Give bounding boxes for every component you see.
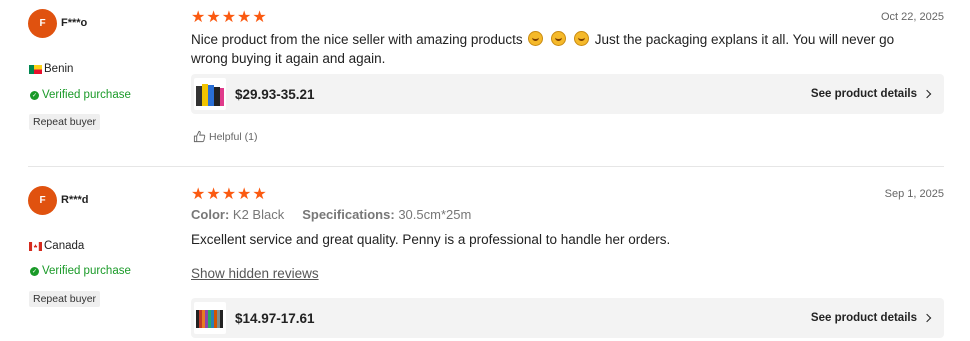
review-card: F R***d Canada ✓ Verified purchase Repea… [0,167,970,341]
spec-value: 30.5cm*25m [398,207,472,222]
star-icon: ★ [206,9,221,26]
reviewer-name: R***d [61,194,89,206]
repeat-buyer-badge: Repeat buyer [29,114,101,130]
details-label: See product details [810,312,917,324]
verified-label: Verified purchase [42,89,131,101]
avatar: F [28,9,57,38]
chevron-right-icon [922,313,932,323]
review-card: F F***o Benin ✓ Verified purchase Repeat… [0,0,970,166]
see-product-details-link[interactable]: See product details [810,312,932,324]
verified-purchase: ✓ Verified purchase [30,265,131,277]
review-date: Oct 22, 2025 [881,11,944,23]
review-text: Excellent service and great quality. Pen… [191,232,671,247]
color-value: K2 Black [232,207,285,222]
verified-check-icon: ✓ [30,90,39,100]
product-summary[interactable]: $29.93-35.21 See product details [191,74,944,114]
product-price: $29.93-35.21 [235,86,315,102]
repeat-buyer-badge: Repeat buyer [29,291,101,307]
smiling-emoji-icon [551,31,567,46]
smiling-emoji-icon [573,31,589,46]
verified-label: Verified purchase [42,265,131,277]
product-price: $14.97-17.61 [235,310,315,326]
product-thumbnail [194,78,226,110]
chevron-right-icon [922,89,932,99]
star-icon: ★ [191,9,206,26]
avatar: F [28,186,57,215]
verified-purchase: ✓ Verified purchase [30,89,131,101]
star-icon: ★ [221,9,237,26]
canada-flag-icon [29,241,42,251]
product-attributes: Color: K2 Black Specifications: 30.5cm*2… [191,207,471,222]
country-label: Benin [44,63,74,75]
see-product-details-link[interactable]: See product details [810,88,932,100]
reviewer-country: Benin [29,63,73,75]
star-icon: ★ [191,186,206,203]
product-thumbnail [194,302,226,334]
country-label: Canada [44,240,85,252]
color-key: Color: [191,207,230,222]
benin-flag-icon [29,64,42,74]
helpful-button[interactable]: Helpful (1) [193,130,257,143]
review-date: Sep 1, 2025 [884,188,944,200]
star-icon: ★ [206,186,221,203]
star-icon: ★ [221,186,237,203]
show-hidden-reviews-link[interactable]: Show hidden reviews [191,266,319,281]
spec-key: Specifications: [302,207,395,222]
reviewer-country: Canada [29,240,84,252]
details-label: See product details [810,88,917,100]
review-text-part: Nice product from the nice seller with a… [191,32,523,47]
star-icon: ★ [237,186,252,203]
star-icon: ★ [252,186,267,203]
spec-attribute: Specifications: 30.5cm*25m [302,207,471,222]
review-text: Nice product from the nice seller with a… [191,30,931,68]
smiling-emoji-icon [528,31,544,46]
reviewer-name: F***o [61,17,88,29]
star-icon: ★ [252,9,267,26]
thumbs-up-icon [193,130,206,143]
product-summary[interactable]: $14.97-17.61 See product details [191,298,944,338]
star-icon: ★ [237,9,252,26]
color-attribute: Color: K2 Black [191,207,284,222]
helpful-label: Helpful (1) [209,130,258,143]
star-rating: ★ ★ ★ ★ ★ [191,10,267,26]
star-rating: ★ ★ ★ ★ ★ [191,187,267,203]
verified-check-icon: ✓ [30,266,39,276]
